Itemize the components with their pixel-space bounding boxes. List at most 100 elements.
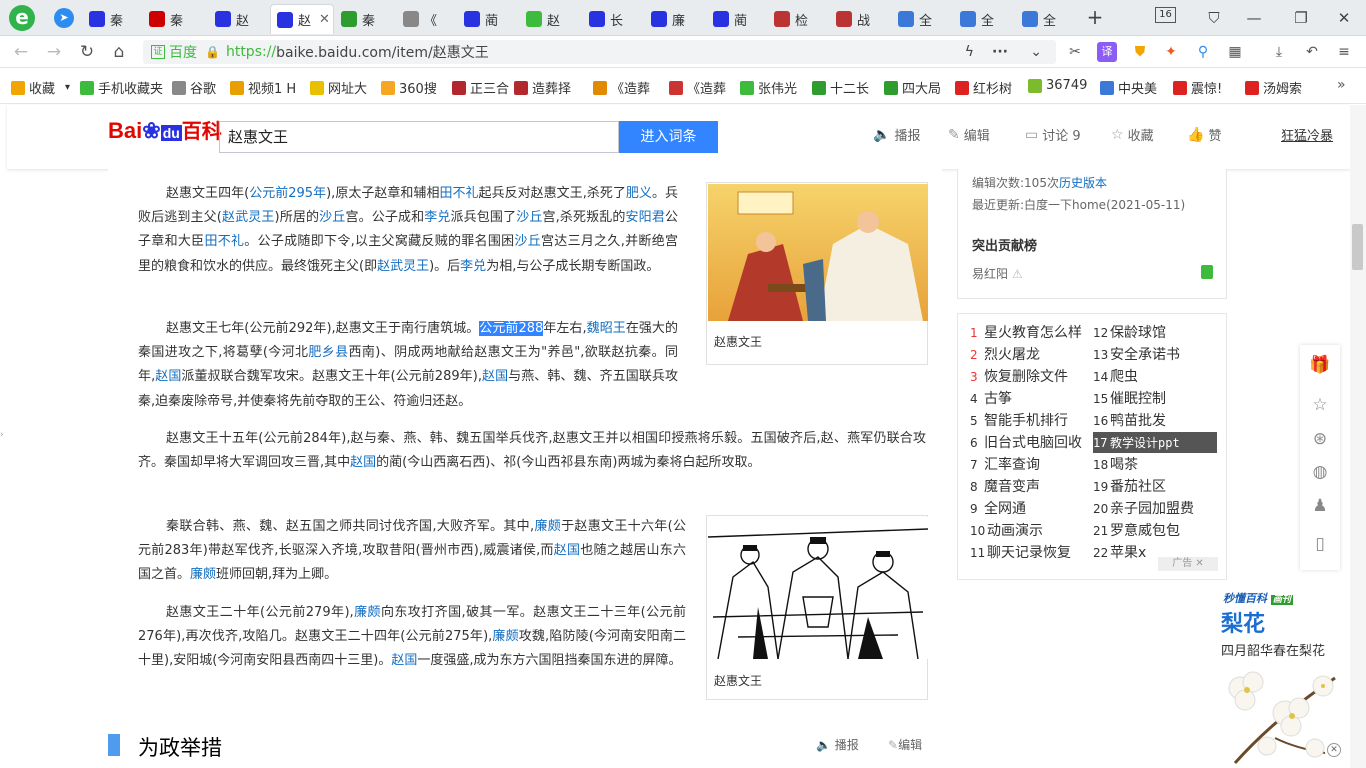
article-link[interactable]: 安阳君 [626,210,665,225]
tab-5[interactable]: 《 [397,4,457,34]
article-link[interactable]: 田不礼 [204,234,244,249]
tab-4[interactable]: 秦 [335,4,395,34]
like-button[interactable]: 👍 赞 [1187,125,1221,145]
apps-grid-icon[interactable]: ▦ [1225,42,1245,62]
article-link[interactable]: 廉颇 [492,629,518,644]
close-window-button[interactable]: ✕ [1330,6,1358,30]
bookmark-5[interactable]: 360搜 [381,78,437,97]
tab-3[interactable]: 赵 ✕ [270,4,334,34]
bookmark-4[interactable]: 网址大 [310,78,367,97]
shield-icon[interactable]: ⛊ [1130,42,1150,62]
tab-13[interactable]: 全 [892,4,952,34]
scrollbar[interactable] [1350,105,1366,768]
ad-item[interactable]: 14 爬虫 [1093,366,1138,386]
back-icon[interactable]: ← [9,40,33,64]
article-link[interactable]: 赵武灵王 [377,259,429,274]
ad-item[interactable]: 22 苹果x [1093,542,1146,562]
tab-6[interactable]: 蔺 [458,4,518,34]
tab-count-badge[interactable]: 16 [1155,7,1176,23]
user-link[interactable]: 狂猛冷暴 [1281,125,1333,144]
bookmark-16[interactable]: 震惊! [1173,78,1222,97]
star-icon[interactable]: ☆ [1309,394,1331,416]
bookmark-1[interactable]: 手机收藏夹 [80,78,163,97]
article-link[interactable]: 廉颇 [534,519,561,534]
ad-item[interactable]: 20 亲子园加盟费 [1093,498,1194,518]
bookmark-6[interactable]: 正三合 [452,78,509,97]
bookmark-icon[interactable] [1201,265,1213,279]
ad-item[interactable]: 17 教学设计ppt [1093,432,1217,453]
article-link[interactable]: 赵国 [554,543,580,558]
section-bobao-button[interactable]: 🔈 播报 [816,736,859,753]
refresh-icon[interactable]: ↻ [75,40,99,64]
article-link[interactable]: 李兑 [460,259,486,274]
edit-button[interactable]: ✎ 编辑 [948,125,990,145]
search-icon[interactable]: ⚲ [1193,42,1213,62]
bookmark-14[interactable]: 36749 [1028,78,1087,93]
tab-7[interactable]: 赵 [520,4,582,34]
bookmark-3[interactable]: 视频1 H [230,78,296,97]
forward-icon[interactable]: → [42,40,66,64]
bookmark-12[interactable]: 四大局 [884,78,941,97]
more-bookmarks-icon[interactable]: » [1337,77,1346,93]
home-icon[interactable]: ⌂ [107,40,131,64]
ad-item[interactable]: 4 古筝 [970,388,1012,408]
article-link[interactable]: 公元前295年 [249,186,326,201]
ad-item[interactable]: 11 聊天记录恢复 [970,542,1071,562]
tab-9[interactable]: 廉 [645,4,705,34]
bookmark-7[interactable]: 造葬择 [514,78,571,97]
article-link[interactable]: 赵国 [155,369,181,384]
article-link[interactable]: 沙丘 [514,234,541,249]
lightning-icon[interactable]: ϟ [965,44,974,60]
bobao-button[interactable]: 🔈 播报 [873,125,920,145]
ad-item[interactable]: 6 旧台式电脑回收 [970,432,1082,452]
ad-item[interactable]: 18 喝茶 [1093,454,1138,474]
undo-icon[interactable]: ↶ [1302,42,1322,62]
translate-icon[interactable]: 译 [1097,42,1117,62]
close-tab-icon[interactable]: ✕ [319,12,330,27]
bookmark-10[interactable]: 张伟光 [740,78,797,97]
scissors-icon[interactable]: ✂ [1065,42,1085,62]
shirt-icon[interactable]: ⛉ [1200,6,1228,30]
bookmark-13[interactable]: 红杉树 [955,78,1012,97]
promo-banner[interactable]: 秒懂百科 画刊 梨花 四月韶华春在梨花 ✕ [1215,588,1350,768]
promo-close-button[interactable]: ✕ [1327,743,1341,757]
contributor-name[interactable]: 易红阳 ⚠ [972,265,1023,282]
article-link[interactable]: 肥义 [626,186,652,201]
article-link[interactable]: 赵国 [482,369,508,384]
ad-item[interactable]: 7 汇率查询 [970,454,1040,474]
gift-icon[interactable]: 🎁 [1309,354,1331,376]
dropdown-icon[interactable]: ▾ [65,82,70,93]
tab-1[interactable]: 秦 [143,4,207,34]
url-field[interactable]: 证 百度 🔒 https:// baike.baidu.com/item/赵惠文… [143,40,1056,64]
tab-2[interactable]: 赵 [209,4,269,34]
ad-item[interactable]: 10 动画演示 [970,520,1043,540]
bookmark-15[interactable]: 中央美 [1100,78,1157,97]
article-link[interactable]: 李兑 [424,210,450,225]
article-link[interactable]: 魏昭王 [587,321,626,336]
bookmark-17[interactable]: 汤姆索 [1245,78,1302,97]
article-link[interactable]: 廉颇 [354,605,381,620]
ad-item[interactable]: 9 全网通 [970,498,1026,518]
bookmark-2[interactable]: 谷歌 [172,78,216,97]
article-link[interactable]: 肥乡县 [308,345,348,360]
article-link[interactable]: 田不礼 [439,186,478,201]
article-link[interactable]: 沙丘 [319,210,345,225]
bookmark-0[interactable]: 收藏 ▾ [11,78,70,97]
qq-icon[interactable]: ♟ [1309,495,1331,517]
ad-item[interactable]: 8 魔音变声 [970,476,1040,496]
new-tab-button[interactable]: + [1084,6,1106,28]
ad-item[interactable]: 15 催眠控制 [1093,388,1166,408]
ad-item[interactable]: 13 安全承诺书 [1093,344,1180,364]
bookmark-8[interactable]: 《造葬 [593,78,650,97]
history-link[interactable]: 历史版本 [1059,176,1107,190]
enter-entry-button[interactable]: 进入词条 [619,121,718,153]
mobile-icon[interactable]: ▯ [1309,533,1331,555]
ad-item[interactable]: 3 恢复删除文件 [970,366,1068,386]
wechat-icon[interactable]: ◍ [1309,461,1331,483]
tab-14[interactable]: 全 [954,4,1014,34]
chevron-down-icon[interactable]: ⌄ [1030,44,1042,60]
browser-logo-icon[interactable]: e [9,5,35,31]
figure-2[interactable]: 赵惠文王 [706,515,928,700]
ad-item[interactable]: 2 烈火屠龙 [970,344,1040,364]
tab-8[interactable]: 长 [583,4,643,34]
